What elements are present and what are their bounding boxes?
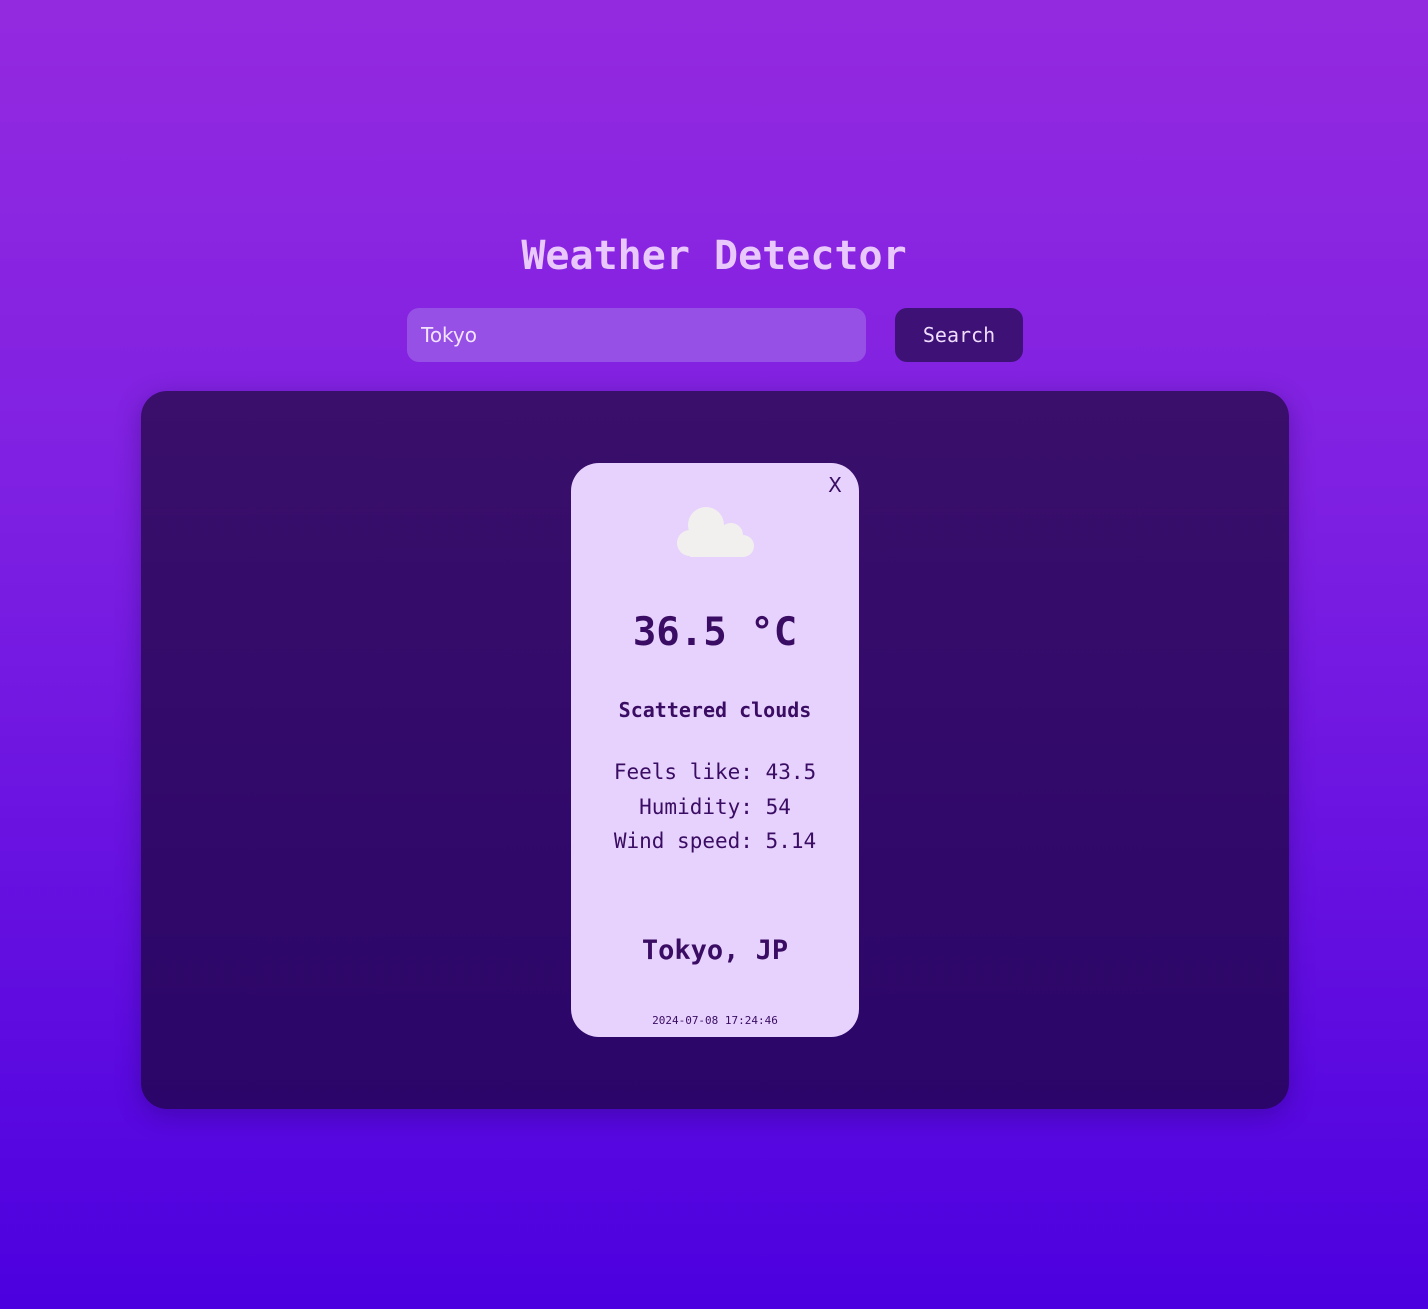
location: Tokyo, JP (641, 935, 789, 966)
wind-speed: Wind speed: 5.14 (613, 829, 817, 853)
search-bar: Search (407, 308, 1023, 362)
page-title: Weather Detector (521, 233, 907, 279)
results-panel: X 36.5 °C Scattered clouds Feels like: 4… (141, 391, 1289, 1109)
timestamp: 2024-07-08 17:24:46 (652, 1014, 778, 1027)
weather-description: Scattered clouds (618, 698, 812, 722)
weather-card: X 36.5 °C Scattered clouds Feels like: 4… (571, 463, 859, 1037)
cloud-icon (677, 507, 754, 557)
feels-like: Feels like: 43.5 (613, 760, 817, 784)
search-input[interactable] (407, 308, 866, 362)
temperature: 36.5 °C (632, 610, 798, 655)
weather-details: Feels like: 43.5 Humidity: 54 Wind speed… (571, 755, 859, 859)
close-button[interactable]: X (823, 473, 847, 497)
humidity: Humidity: 54 (639, 794, 791, 819)
search-button[interactable]: Search (895, 308, 1023, 362)
